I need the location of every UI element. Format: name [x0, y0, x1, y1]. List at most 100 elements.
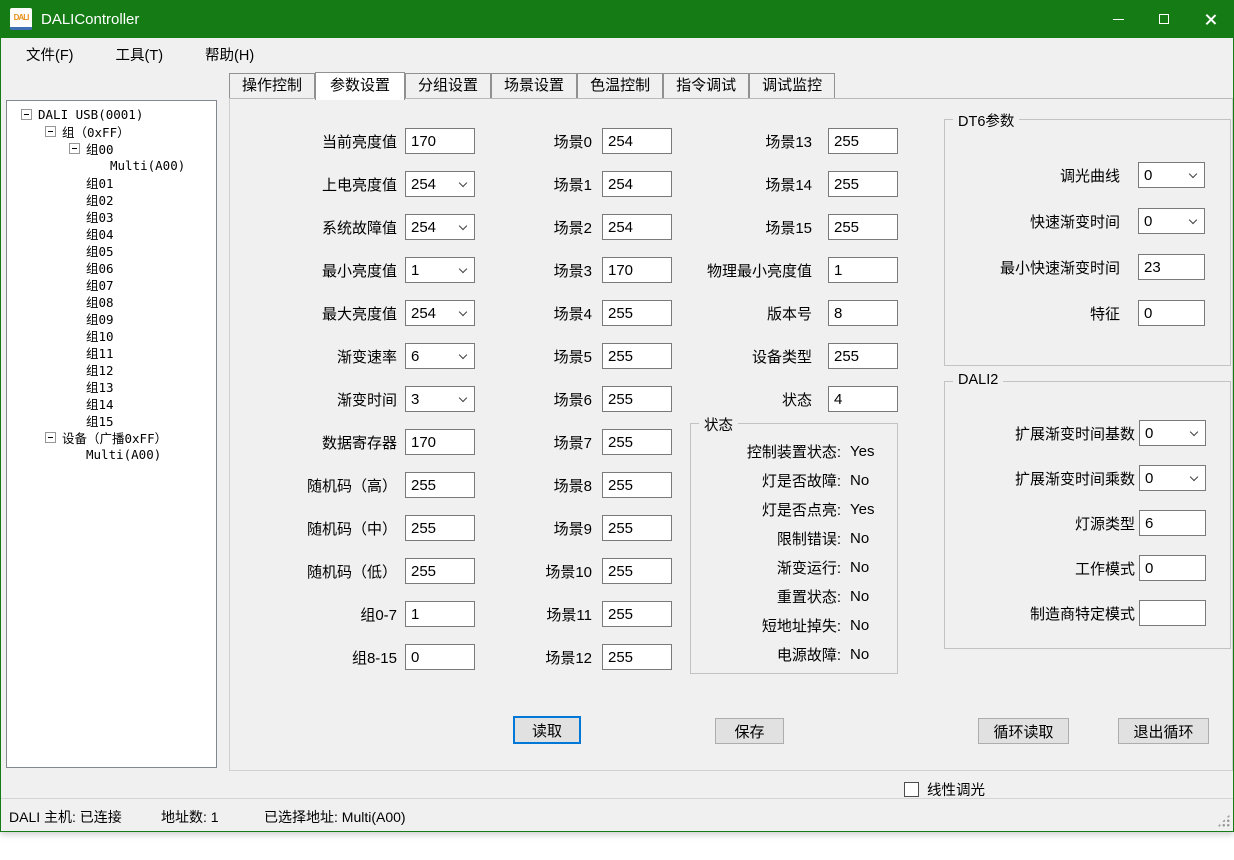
tree-node[interactable]: 设备（广播0xFF） [7, 429, 216, 446]
param-row: 渐变速率 6 [270, 343, 475, 369]
tree-node[interactable]: 组12 [7, 361, 216, 378]
field-input[interactable]: 254 [405, 171, 475, 197]
collapse-icon[interactable] [21, 109, 32, 120]
field-input[interactable]: 170 [405, 429, 475, 455]
params-column-3: 场景13 255 场景14 255 场景15 255 [662, 128, 898, 412]
tree-node[interactable]: 组09 [7, 310, 216, 327]
resize-grip[interactable] [1217, 814, 1230, 827]
field-input[interactable]: 23 [1138, 254, 1205, 280]
field-value: 255 [406, 563, 436, 580]
field-input[interactable]: 1 [828, 257, 898, 283]
tree-node[interactable]: Multi(A00) [7, 157, 216, 174]
menu-tools[interactable]: 工具(T) [105, 40, 175, 69]
menu-file[interactable]: 文件(F) [15, 40, 85, 69]
status-label: 电源故障: [691, 644, 841, 665]
field-input[interactable]: 1 [405, 601, 475, 627]
collapse-icon[interactable] [69, 143, 80, 154]
field-input[interactable]: 255 [602, 472, 672, 498]
read-button[interactable]: 读取 [513, 716, 581, 744]
tree-node[interactable]: 组00 [7, 140, 216, 157]
close-button[interactable] [1187, 0, 1233, 38]
chevron-down-icon [459, 222, 467, 230]
field-input[interactable]: 255 [828, 128, 898, 154]
tree-node[interactable]: 组（0xFF） [7, 123, 216, 140]
field-input[interactable]: 255 [828, 171, 898, 197]
field-input[interactable]: 6 [1139, 510, 1206, 536]
field-input[interactable]: 0 [1138, 162, 1205, 188]
field-input[interactable]: 0 [1138, 300, 1205, 326]
field-input[interactable]: 8 [828, 300, 898, 326]
tree-node[interactable]: Multi(A00) [7, 446, 216, 463]
maximize-button[interactable] [1141, 0, 1187, 38]
tree-node[interactable]: 组08 [7, 293, 216, 310]
tab-debug-monitor[interactable]: 调试监控 [749, 73, 835, 98]
collapse-icon[interactable] [45, 432, 56, 443]
field-input[interactable]: 0 [1139, 465, 1206, 491]
minimize-button[interactable] [1095, 0, 1141, 38]
tree-node[interactable]: 组13 [7, 378, 216, 395]
tree-node[interactable]: 组07 [7, 276, 216, 293]
field-input[interactable]: 255 [405, 515, 475, 541]
field-input[interactable]: 255 [405, 558, 475, 584]
field-input[interactable]: 1 [405, 257, 475, 283]
loop-read-button[interactable]: 循环读取 [978, 718, 1069, 744]
field-input[interactable]: 255 [602, 515, 672, 541]
tree-node[interactable]: 组06 [7, 259, 216, 276]
field-label: 场景13 [662, 131, 812, 152]
tree-node[interactable]: 组04 [7, 225, 216, 242]
field-input[interactable]: 4 [828, 386, 898, 412]
collapse-icon[interactable] [45, 126, 56, 137]
tree-node[interactable]: DALI USB(0001) [7, 106, 216, 123]
tree-node[interactable]: 组01 [7, 174, 216, 191]
status-label: 渐变运行: [691, 557, 841, 578]
field-input[interactable]: 255 [828, 214, 898, 240]
field-input[interactable]: 255 [602, 644, 672, 670]
tree-node[interactable]: 组11 [7, 344, 216, 361]
tab-scene-settings[interactable]: 场景设置 [491, 73, 577, 98]
field-input[interactable]: 0 [1139, 555, 1206, 581]
exit-loop-button[interactable]: 退出循环 [1118, 718, 1209, 744]
statusbar-selected-address: 已选择地址: Multi(A00) [264, 807, 406, 827]
status-value: Yes [850, 443, 874, 460]
field-label: 场景10 [502, 561, 592, 582]
field-value: 170 [603, 262, 633, 279]
tab-grouping-settings[interactable]: 分组设置 [405, 73, 491, 98]
field-input[interactable]: 254 [405, 300, 475, 326]
field-input[interactable]: 170 [405, 128, 475, 154]
tree-node[interactable]: 组10 [7, 327, 216, 344]
field-input[interactable]: 0 [405, 644, 475, 670]
field-input[interactable] [1139, 600, 1206, 626]
field-input[interactable]: 254 [405, 214, 475, 240]
field-input[interactable]: 255 [602, 429, 672, 455]
field-value: 0 [1139, 167, 1152, 184]
param-row: 上电亮度值 254 [270, 171, 475, 197]
tree-node[interactable]: 组14 [7, 395, 216, 412]
field-label: 随机码（中） [270, 518, 397, 539]
tree-node[interactable]: 组03 [7, 208, 216, 225]
field-value: 255 [603, 391, 633, 408]
tree-node[interactable]: 组02 [7, 191, 216, 208]
field-label: 最小快速渐变时间 [945, 257, 1120, 278]
tree-node[interactable]: 组05 [7, 242, 216, 259]
field-value: 255 [603, 434, 633, 451]
scene-row: 场景2 254 [502, 214, 672, 240]
linear-dimming-checkbox[interactable]: 线性调光 [904, 779, 985, 800]
field-input[interactable]: 3 [405, 386, 475, 412]
tab-command-debug[interactable]: 指令调试 [663, 73, 749, 98]
field-input[interactable]: 0 [1138, 208, 1205, 234]
tab-parameter-settings[interactable]: 参数设置 [315, 72, 405, 100]
field-input[interactable]: 255 [828, 343, 898, 369]
save-button[interactable]: 保存 [715, 718, 784, 744]
status-value: No [850, 530, 869, 547]
tab-color-temp-control[interactable]: 色温控制 [577, 73, 663, 98]
menu-help[interactable]: 帮助(H) [194, 40, 265, 69]
tree-node[interactable]: 组15 [7, 412, 216, 429]
field-input[interactable]: 0 [1139, 420, 1206, 446]
field-input[interactable]: 255 [405, 472, 475, 498]
tab-operation-control[interactable]: 操作控制 [229, 73, 315, 98]
status-row: 灯是否故障: No [691, 466, 897, 495]
field-input[interactable]: 255 [602, 558, 672, 584]
field-input[interactable]: 255 [602, 601, 672, 627]
field-label: 场景1 [502, 174, 592, 195]
field-input[interactable]: 6 [405, 343, 475, 369]
